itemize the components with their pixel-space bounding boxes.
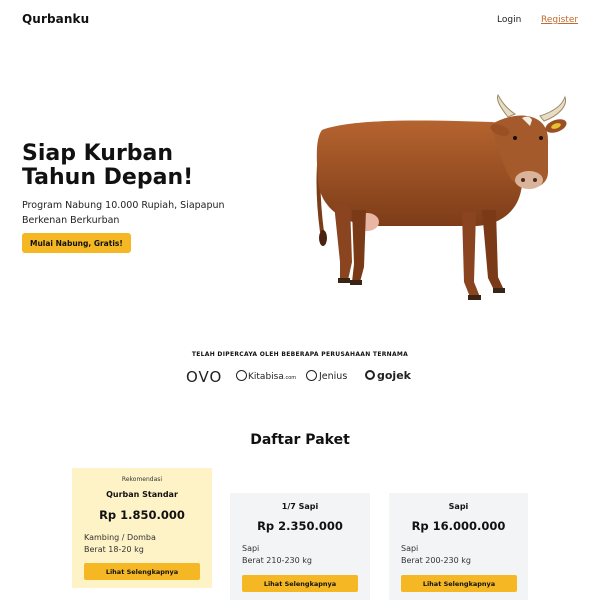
package-name: Sapi (448, 502, 469, 511)
view-details-button[interactable]: Lihat Selengkapnya (84, 563, 200, 580)
jenius-logo: Jenius (306, 370, 347, 382)
package-card-sapi: Sapi Rp 16.000.000 Sapi Berat 200-230 kg… (389, 493, 528, 600)
package-card-sapi-1-7: 1/7 Sapi Rp 2.350.000 Sapi Berat 210-230… (230, 493, 370, 600)
jenius-logo-text: Jenius (319, 371, 348, 382)
gojek-mark-icon (365, 370, 375, 380)
kitabisa-logo-text: Kitabisa (248, 372, 284, 382)
jenius-mark-icon (306, 370, 317, 381)
package-name: 1/7 Sapi (281, 502, 319, 511)
recommended-badge: Rekomendasi (121, 476, 163, 483)
package-desc: Sapi Berat 200-230 kg (401, 543, 471, 567)
top-nav: Qurbanku Login Register (0, 0, 600, 40)
package-desc: Sapi Berat 210-230 kg (242, 543, 312, 567)
kitabisa-logo: Kitabisa.com (236, 370, 296, 382)
cow-illustration (316, 93, 567, 300)
brand-logo[interactable]: Qurbanku (22, 12, 89, 26)
partner-logos: OVO Kitabisa.com Jenius gojek (0, 367, 600, 389)
start-saving-button[interactable]: Mulai Nabung, Gratis! (22, 233, 131, 253)
package-card-standar: Rekomendasi Qurban Standar Rp 1.850.000 … (72, 468, 212, 588)
kitabisa-mark-icon (236, 370, 247, 381)
gojek-logo-text: gojek (377, 369, 411, 382)
package-price: Rp 1.850.000 (99, 508, 185, 522)
package-weight: Berat 210-230 kg (242, 556, 312, 565)
package-name: Qurban Standar (106, 490, 178, 499)
package-weight: Berat 18-20 kg (84, 545, 144, 554)
package-type: Kambing / Domba (84, 533, 156, 542)
view-details-button[interactable]: Lihat Selengkapnya (401, 575, 517, 592)
hero-title-line1: Siap Kurban (22, 141, 174, 166)
login-link[interactable]: Login (497, 15, 521, 25)
kitabisa-logo-suffix: .com (283, 375, 297, 381)
packages-title: Daftar Paket (250, 432, 350, 448)
package-weight: Berat 200-230 kg (401, 556, 471, 565)
hero-title: Siap Kurban Tahun Depan! (22, 142, 262, 190)
package-desc: Kambing / Domba Berat 18-20 kg (84, 532, 156, 556)
package-type: Sapi (242, 544, 260, 553)
view-details-button[interactable]: Lihat Selengkapnya (242, 575, 358, 592)
register-link[interactable]: Register (541, 15, 578, 25)
package-price: Rp 16.000.000 (411, 519, 506, 533)
package-price: Rp 2.350.000 (257, 519, 343, 533)
partners-heading: TELAH DIPERCAYA OLEH BEBERAPA PERUSAHAAN… (191, 351, 409, 358)
package-type: Sapi (401, 544, 419, 553)
gojek-logo: gojek (365, 369, 411, 382)
hero-title-line2: Tahun Depan! (22, 165, 194, 190)
ovo-logo: OVO (186, 368, 223, 386)
hero-subtitle: Program Nabung 10.000 Rupiah, Siapapun B… (22, 200, 225, 226)
